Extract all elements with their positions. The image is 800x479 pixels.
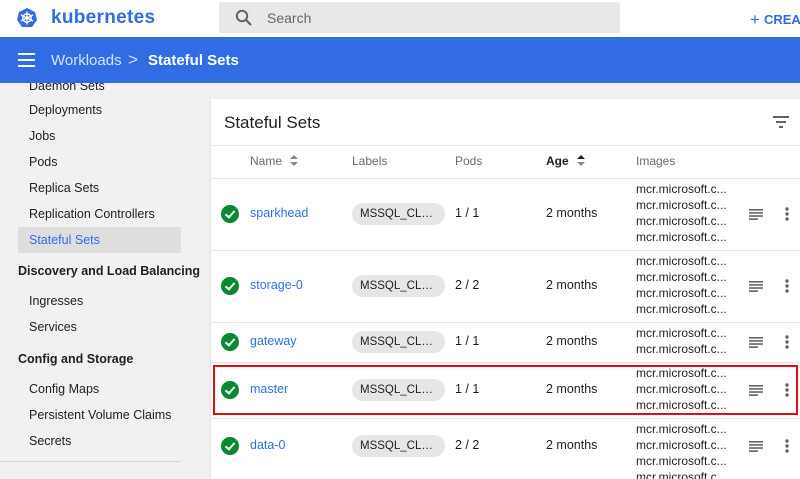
table-row[interactable]: storage-0 MSSQL_CLUST... 2 / 2 2 months … [211,250,800,322]
row-age: 2 months [546,438,598,452]
col-header-age-label: Age [546,154,569,168]
image-entry: mcr.microsoft.c... [636,286,727,300]
highlight-box [213,365,798,415]
more-vert-icon[interactable] [785,335,789,349]
label-chip[interactable]: MSSQL_CLUST... [352,435,445,457]
row-pods: 2 / 2 [455,438,480,452]
image-entry: mcr.microsoft.c... [636,254,727,268]
check-circle-icon [221,333,239,351]
check-circle-icon [221,437,239,455]
search-icon [235,9,252,26]
brand-name[interactable]: kubernetes [51,7,155,29]
sidebar-divider [0,461,181,462]
row-images: mcr.microsoft.c... mcr.microsoft.c... mc… [636,253,736,317]
filter-icon[interactable] [773,116,789,128]
breadcrumb-bar: Workloads > Stateful Sets [0,37,800,83]
more-vert-icon[interactable] [785,279,789,293]
col-header-age[interactable]: Age [546,154,586,168]
image-entry: mcr.microsoft.c... [636,230,727,244]
check-circle-icon [221,277,239,295]
table-row[interactable]: gateway MSSQL_CLUST... 1 / 1 2 months mc… [211,322,800,362]
sidebar-item-services[interactable]: Services [18,314,181,340]
image-entry: mcr.microsoft.c... [636,438,727,452]
row-age: 2 months [546,334,598,348]
image-entry: mcr.microsoft.c... [636,182,727,196]
label-chip[interactable]: MSSQL_CLUST... [352,275,445,297]
table-row[interactable]: sparkhead MSSQL_CLUST... 1 / 1 2 months … [211,178,800,250]
sidebar-section-discovery[interactable]: Discovery and Load Balancing [18,264,200,278]
row-images: mcr.microsoft.c... mcr.microsoft.c... mc… [636,421,736,479]
kubernetes-wheel-icon[interactable] [16,7,38,29]
row-pods: 2 / 2 [455,278,480,292]
row-images: mcr.microsoft.c... mcr.microsoft.c... [636,325,736,357]
menu-icon[interactable] [18,53,35,67]
search-input[interactable] [267,2,607,33]
sort-icon [290,155,299,167]
logs-icon[interactable] [749,281,763,292]
more-vert-icon[interactable] [785,439,789,453]
label-chip[interactable]: MSSQL_CLUST... [352,331,445,353]
sidebar-item-replication-controllers[interactable]: Replication Controllers [18,201,181,227]
image-entry: mcr.microsoft.c... [636,454,727,468]
col-header-name-label: Name [250,154,283,168]
create-label: CREATE [763,12,800,27]
sidebar-item-ingresses[interactable]: Ingresses [18,288,181,314]
card-title: Stateful Sets [224,113,321,132]
breadcrumb-workloads[interactable]: Workloads [51,52,122,69]
image-entry: mcr.microsoft.c... [636,302,727,316]
sidebar-item-replica-sets[interactable]: Replica Sets [18,175,181,201]
row-age: 2 months [546,206,598,220]
sidebar-item-config-maps[interactable]: Config Maps [18,376,181,402]
plus-icon: + [750,10,760,29]
image-entry: mcr.microsoft.c... [636,270,727,284]
logs-icon[interactable] [749,337,763,348]
row-pods: 1 / 1 [455,206,480,220]
sort-active-icon [577,155,586,167]
row-age: 2 months [546,278,598,292]
header-divider [211,145,800,146]
col-header-images: Images [636,154,676,168]
breadcrumb-current: Stateful Sets [148,52,239,69]
row-name-link[interactable]: data-0 [250,438,285,452]
image-entry: mcr.microsoft.c... [636,326,727,340]
logs-icon[interactable] [749,209,763,220]
table-row[interactable]: data-0 MSSQL_CLUST... 2 / 2 2 months mcr… [211,418,800,479]
row-name-link[interactable]: storage-0 [250,278,303,292]
sidebar-item-pods[interactable]: Pods [18,149,181,175]
row-name-link[interactable]: gateway [250,334,297,348]
search-box[interactable] [219,2,620,33]
image-entry: mcr.microsoft.c... [636,422,727,436]
sidebar-section-config[interactable]: Config and Storage [18,352,133,366]
image-entry: mcr.microsoft.c... [636,198,727,212]
col-header-name[interactable]: Name [250,154,299,168]
check-circle-icon [221,205,239,223]
sidebar-item-secrets[interactable]: Secrets [18,428,181,454]
row-name-link[interactable]: sparkhead [250,206,308,220]
sidebar-item-deployments[interactable]: Deployments [18,97,181,123]
logs-icon[interactable] [749,441,763,452]
col-header-labels: Labels [352,154,388,168]
row-pods: 1 / 1 [455,334,480,348]
image-entry: mcr.microsoft.c... [636,470,727,479]
sidebar-item-stateful-sets[interactable]: Stateful Sets [18,227,181,253]
label-chip[interactable]: MSSQL_CLUST... [352,203,445,225]
create-button[interactable]: +CREATE [750,9,800,29]
row-images: mcr.microsoft.c... mcr.microsoft.c... mc… [636,181,736,245]
sidebar-item-pvcs[interactable]: Persistent Volume Claims [18,402,181,428]
col-header-pods: Pods [455,154,483,168]
image-entry: mcr.microsoft.c... [636,214,727,228]
more-vert-icon[interactable] [785,207,789,221]
image-entry: mcr.microsoft.c... [636,342,727,356]
breadcrumb-separator-icon: > [128,50,138,69]
top-bar: kubernetes +CREATE [0,0,800,37]
stateful-sets-card: Stateful Sets Name Labels Pods Age Image… [211,99,800,479]
sidebar: Daemon Sets Deployments Jobs Pods Replic… [0,83,200,479]
sidebar-item-jobs[interactable]: Jobs [18,123,181,149]
